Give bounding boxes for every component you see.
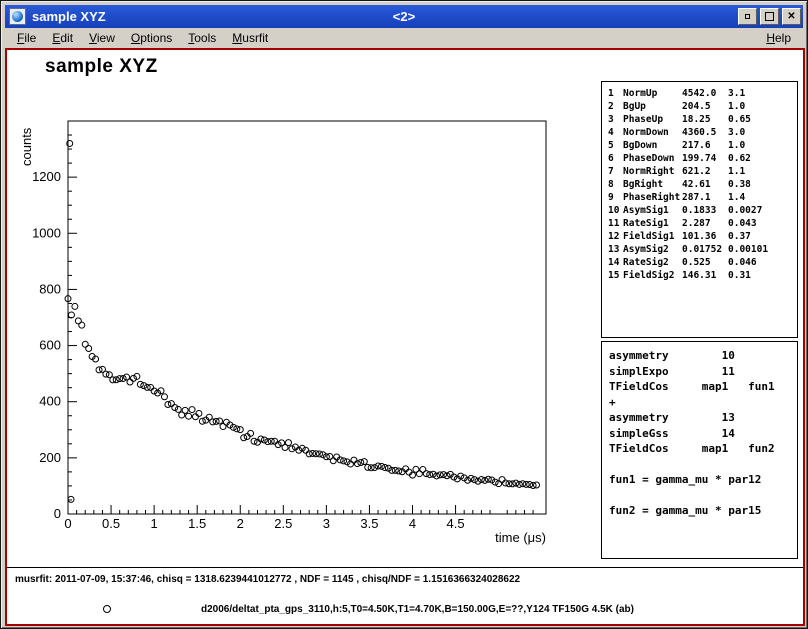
svg-text:3: 3 xyxy=(323,516,330,531)
parameter-row: 10AsymSig10.18330.0027 xyxy=(608,204,797,217)
plot-frame xyxy=(68,121,546,514)
menu-item-edit[interactable]: Edit xyxy=(44,29,81,47)
theory-line xyxy=(609,457,797,473)
svg-text:800: 800 xyxy=(39,281,61,296)
theory-line: fun1 = gamma_mu * par12 xyxy=(609,472,797,488)
parameter-row: 15FieldSig2146.310.31 xyxy=(608,269,797,282)
menu-item-musrfit[interactable]: Musrfit xyxy=(224,29,276,47)
legend-row: d2006/deltat_pta_gps_3110,h:5,T0=4.50K,T… xyxy=(7,598,803,622)
window-title: sample XYZ xyxy=(32,9,106,24)
svg-text:2: 2 xyxy=(237,516,244,531)
svg-text:1000: 1000 xyxy=(32,225,61,240)
legend-marker-icon xyxy=(103,605,111,613)
svg-text:0: 0 xyxy=(64,516,71,531)
menu-items: FileEditViewOptionsToolsMusrfit xyxy=(9,29,276,47)
root-canvas[interactable]: sample XYZ 02004006008001000120000.511.5… xyxy=(5,48,805,626)
menu-item-options[interactable]: Options xyxy=(123,29,180,47)
svg-text:1: 1 xyxy=(151,516,158,531)
svg-text:400: 400 xyxy=(39,394,61,409)
fit-parameters-box[interactable]: 1NormUp4542.03.12BgUp204.51.03PhaseUp18.… xyxy=(601,81,798,338)
svg-text:3.5: 3.5 xyxy=(360,516,378,531)
parameter-row: 3PhaseUp18.250.65 xyxy=(608,113,797,126)
menu-item-tools[interactable]: Tools xyxy=(180,29,224,47)
theory-line: simpleGss 14 xyxy=(609,426,797,442)
theory-line: fun2 = gamma_mu * par15 xyxy=(609,503,797,519)
plot-area[interactable]: 0 200 400 600 800 1000 1200 0 0.5 1 1.5 2 2.5 3 3.5 4 4.… xyxy=(7,50,597,590)
svg-text:2.5: 2.5 xyxy=(274,516,292,531)
theory-line: + xyxy=(609,395,797,411)
footer-separator xyxy=(7,567,803,568)
parameter-row: 11RateSig12.2870.043 xyxy=(608,217,797,230)
application-window: sample XYZ <2> ✕ FileEditViewOptionsTool… xyxy=(0,0,808,629)
theory-line xyxy=(609,488,797,504)
svg-text:1.5: 1.5 xyxy=(188,516,206,531)
parameter-row: 14RateSig20.5250.046 xyxy=(608,256,797,269)
parameter-row: 1NormUp4542.03.1 xyxy=(608,87,797,100)
parameter-row: 4NormDown4360.53.0 xyxy=(608,126,797,139)
close-icon: ✕ xyxy=(787,11,795,22)
menu-item-view[interactable]: View xyxy=(81,29,123,47)
theory-line: TFieldCos map1 fun1 xyxy=(609,379,797,395)
svg-text:0: 0 xyxy=(54,506,61,521)
svg-text:0.5: 0.5 xyxy=(102,516,120,531)
parameter-row: 5BgDown217.61.0 xyxy=(608,139,797,152)
parameter-row: 6PhaseDown199.740.62 xyxy=(608,152,797,165)
parameter-row: 8BgRight42.610.38 xyxy=(608,178,797,191)
fit-info-text: musrfit: 2011-07-09, 15:37:46, chisq = 1… xyxy=(15,574,520,585)
theory-box[interactable]: asymmetry 10simplExpo 11TFieldCos map1 f… xyxy=(601,341,798,559)
window-badge: <2> xyxy=(5,9,803,24)
minimize-button[interactable] xyxy=(738,8,757,25)
parameter-row: 7NormRight621.21.1 xyxy=(608,165,797,178)
y-axis-label: counts xyxy=(19,127,34,166)
parameter-row: 9PhaseRight287.11.4 xyxy=(608,191,797,204)
maximize-icon xyxy=(765,12,774,21)
svg-text:600: 600 xyxy=(39,338,61,353)
app-icon[interactable] xyxy=(9,8,26,25)
close-button[interactable]: ✕ xyxy=(782,8,801,25)
parameter-row: 13AsymSig20.017520.00101 xyxy=(608,243,797,256)
root-logo-icon xyxy=(12,11,23,22)
svg-text:4: 4 xyxy=(409,516,416,531)
maximize-button[interactable] xyxy=(760,8,779,25)
title-bar[interactable]: sample XYZ <2> ✕ xyxy=(5,5,803,28)
theory-line: TFieldCos map1 fun2 xyxy=(609,441,797,457)
menu-bar: FileEditViewOptionsToolsMusrfit Help xyxy=(5,28,803,48)
menu-item-help[interactable]: Help xyxy=(758,29,799,47)
theory-line: asymmetry 13 xyxy=(609,410,797,426)
parameter-row: 2BgUp204.51.0 xyxy=(608,100,797,113)
legend-text: d2006/deltat_pta_gps_3110,h:5,T0=4.50K,T… xyxy=(201,604,634,615)
parameter-row: 12FieldSig1101.360.37 xyxy=(608,230,797,243)
svg-text:200: 200 xyxy=(39,450,61,465)
menu-item-file[interactable]: File xyxy=(9,29,44,47)
minimize-icon xyxy=(745,14,750,19)
titlebar-buttons: ✕ xyxy=(735,8,803,25)
svg-text:4.5: 4.5 xyxy=(447,516,465,531)
x-axis-label: time (μs) xyxy=(495,530,546,545)
theory-line: simplExpo 11 xyxy=(609,364,797,380)
theory-line: asymmetry 10 xyxy=(609,348,797,364)
svg-text:1200: 1200 xyxy=(32,169,61,184)
